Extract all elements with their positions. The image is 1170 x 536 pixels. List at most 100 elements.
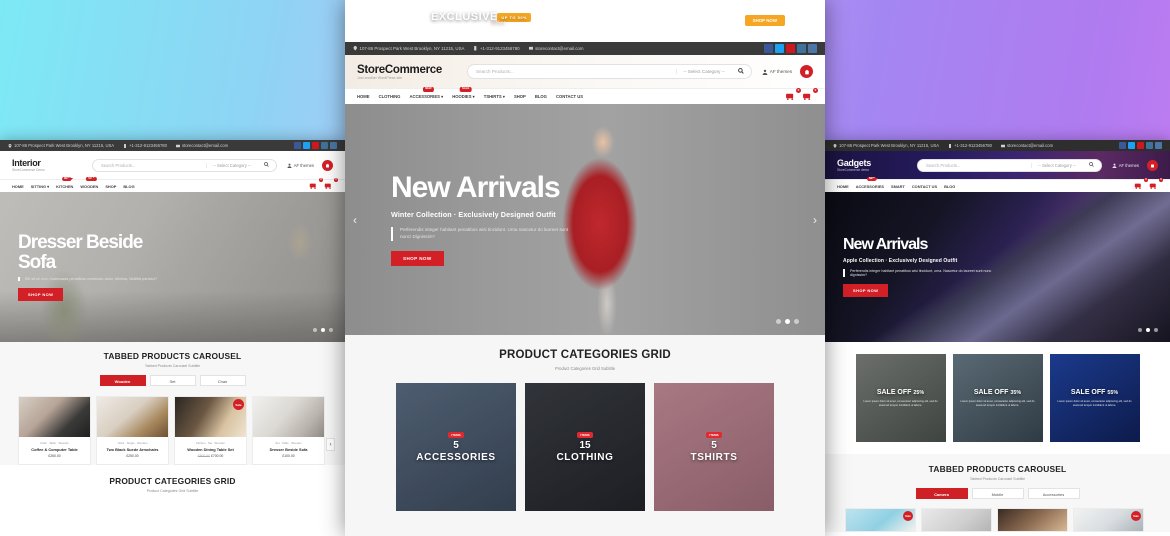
site-logo[interactable]: StoreCommerce Just another WordPress sit… [357,64,457,80]
site-logo[interactable]: Interior StoreCommerce Demo [12,158,82,172]
mini-cart-icon[interactable]: 0 [1149,178,1163,190]
slider-dot[interactable] [313,328,317,332]
nav-item-accessories[interactable]: ACCESSORIES ▾ NEW [409,87,443,99]
account-link[interactable]: AF themes [1112,163,1139,168]
header-actions[interactable]: AF themes [287,159,333,171]
product-search[interactable]: Search Products... -- Select Category -- [92,158,277,172]
slider-dot-active[interactable] [1146,328,1150,332]
main-navigation[interactable]: HOME CLOTHING ACCESSORIES ▾ NEW HOODIES ▾ SAL… [345,87,825,104]
product-name[interactable]: Wooden Dining Table Set [178,447,243,452]
sale-offer-card[interactable]: SALE OFF 55% Lorem ipsum dolor sit amet, … [1049,354,1140,442]
product-name[interactable]: Dresser Beside Sofa [256,447,321,452]
cart-button[interactable] [1147,159,1158,171]
social-links[interactable] [294,142,337,149]
header-actions[interactable]: AF themes [762,65,813,78]
exclusive-promo-banner[interactable]: EXCLUSIVE UP TO 50% Offer SHOP NOW [345,0,825,42]
hero-slider[interactable]: New Arrivals Winter Collection · Exclusi… [345,104,825,335]
slider-prev-arrow[interactable]: ‹ [353,213,357,227]
mini-cart-icon[interactable]: 0 [324,178,338,190]
category-tile-accessories[interactable]: ITEMS 5 ACCESSORIES [396,383,516,511]
twitter-icon[interactable] [303,142,310,149]
category-tiles[interactable]: ITEMS 5 ACCESSORIES ITEMS 15 CLOTHING ITEMS 5 TS… [345,383,825,511]
nav-item-tshirts[interactable]: TSHIRTS ▾ [484,94,505,99]
nav-item-home[interactable]: HOME [357,94,370,99]
facebook-icon[interactable] [764,44,773,53]
nav-item-contact-us[interactable]: CONTACT US [912,184,937,189]
product-card[interactable]: Set · Table · Wooden Dresser Beside Sofa £… [252,396,325,465]
slider-dots[interactable] [776,319,799,324]
promo-shop-now-button[interactable]: SHOP NOW [744,15,785,26]
slider-dot[interactable] [329,328,333,332]
category-tile-tshirts[interactable]: ITEMS 5 TSHIRTS [654,383,774,511]
carousel-next-arrow[interactable]: › [326,438,335,451]
product-card[interactable]: Chair · Table · Wooden Coffee & Computer … [18,396,91,465]
mini-cart-icon[interactable]: 0 [802,88,818,101]
nav-item-sitting[interactable]: SITTING ▾ [31,184,49,189]
search-button[interactable] [257,162,276,168]
slider-dot-active[interactable] [785,319,790,324]
nav-item-home[interactable]: HOME [12,184,24,189]
vk-icon[interactable] [808,44,817,53]
slider-dots[interactable] [1138,328,1158,332]
instagram-icon[interactable] [1146,142,1153,149]
hero-shop-now-button[interactable]: SHOP NOW [843,284,889,298]
hero-shop-now-button[interactable]: SHOP NOW [18,287,64,301]
wishlist-cart-icon[interactable]: 0 [309,178,323,190]
social-links[interactable] [1119,142,1162,149]
slider-dot[interactable] [776,319,781,324]
nav-item-shop[interactable]: SHOP [105,184,116,189]
product-card[interactable]: Sale [1073,508,1144,532]
product-tab-accessories[interactable]: Accessories [1027,488,1080,499]
nav-item-hoodies[interactable]: HOODIES ▾ SALE [452,87,475,99]
site-panel-gadgets[interactable]: 107-86 Prospect Park West Brooklyn, NY 1… [825,140,1170,536]
slider-dots[interactable] [313,328,333,332]
products-carousel[interactable]: Chair · Table · Wooden Coffee & Computer … [0,396,345,465]
hero-shop-now-button[interactable]: SHOP NOW [391,251,444,267]
twitter-icon[interactable] [775,44,784,53]
product-tab-set[interactable]: Set [149,375,196,386]
main-navigation[interactable]: HOME SITTING ▾ KITCHEN NEW WOODEN SALE SHOP BLO… [0,176,345,192]
hero-slider[interactable]: Dresser Beside Sofa Elit sit mi non, mal… [0,192,345,342]
search-button[interactable] [1082,162,1101,168]
product-name[interactable]: Coffee & Computer Table [22,447,87,452]
vk-icon[interactable] [1155,142,1162,149]
nav-item-shop[interactable]: SHOP [514,94,526,99]
youtube-icon[interactable] [1137,142,1144,149]
cart-button[interactable] [322,159,333,171]
product-tab-chair[interactable]: Chair [199,375,246,386]
site-panel-storecommerce[interactable]: EXCLUSIVE UP TO 50% Offer SHOP NOW 107-8… [345,0,825,536]
product-card[interactable]: Sale Kitchen · Set · Wooden Wooden Dining … [174,396,247,465]
slider-next-arrow[interactable]: › [813,213,817,227]
slider-dot-active[interactable] [321,328,325,332]
product-name[interactable]: Two Black Suede Armchairs [100,447,165,452]
product-card[interactable]: Sale [845,508,916,532]
sale-offer-card[interactable]: SALE OFF 35% Lorem ipsum dolor sit amet, … [952,354,1043,442]
slider-dot[interactable] [1138,328,1142,332]
youtube-icon[interactable] [312,142,319,149]
search-button[interactable] [731,68,751,75]
wishlist-cart-icon[interactable]: 0 [785,88,801,101]
vk-icon[interactable] [330,142,337,149]
nav-item-blog[interactable]: BLOG [123,184,134,189]
nav-item-kitchen[interactable]: KITCHEN NEW [56,176,73,189]
nav-item-blog[interactable]: BLOG [535,94,547,99]
site-panel-interior[interactable]: 107-86 Prospect Park West Brooklyn, NY 1… [0,140,345,536]
search-input[interactable]: Search Products... [918,163,1031,168]
nav-item-accessories[interactable]: ACCESSORIES NEW [856,176,884,189]
product-tab-camera[interactable]: Camera [915,488,968,499]
nav-item-home[interactable]: HOME [837,184,849,189]
sale-cards[interactable]: SALE OFF 25% Lorem ipsum dolor sit amet, … [825,354,1170,442]
instagram-icon[interactable] [321,142,328,149]
nav-item-blog[interactable]: BLOG [944,184,955,189]
product-tabs[interactable]: Camera Mobile Accessories [825,488,1170,499]
nav-item-wooden[interactable]: WOODEN SALE [80,176,98,189]
category-select[interactable]: -- Select Category -- [676,69,730,74]
nav-item-smart[interactable]: SMART [891,184,905,189]
wishlist-cart-icon[interactable]: 0 [1134,178,1148,190]
main-navigation[interactable]: HOME ACCESSORIES NEW SMART CONTACT US BLOG 0 … [825,176,1170,192]
search-input[interactable]: Search Products... [93,163,206,168]
product-tab-mobile[interactable]: Mobile [971,488,1024,499]
site-logo[interactable]: Gadgets StoreCommerce demo [837,158,907,172]
nav-item-clothing[interactable]: CLOTHING [379,94,401,99]
facebook-icon[interactable] [1119,142,1126,149]
